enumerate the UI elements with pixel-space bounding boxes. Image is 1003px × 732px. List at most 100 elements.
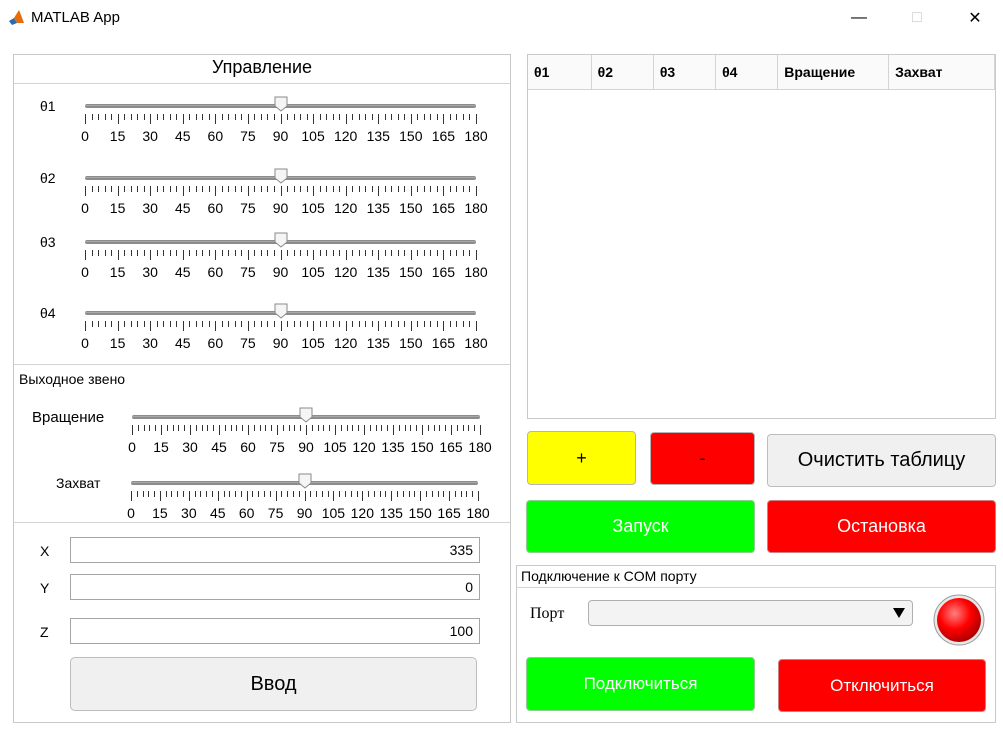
tick-mark [294, 425, 296, 431]
tick-mark [228, 186, 230, 192]
tick-mark [169, 186, 171, 192]
add-row-button[interactable]: + [527, 431, 636, 485]
tick-mark [391, 491, 393, 501]
y-field[interactable]: 0 [70, 574, 480, 600]
joint-3-slider-thumb[interactable] [274, 232, 288, 248]
grip-slider-thumb[interactable] [298, 473, 312, 489]
tick-mark [300, 321, 302, 327]
column-header[interactable]: Вращение [777, 55, 890, 90]
tick-mark [373, 491, 375, 497]
tick-mark [91, 114, 93, 120]
tick-mark [124, 114, 126, 120]
tick-mark [137, 250, 139, 256]
tick-label: 0 [81, 264, 89, 280]
stop-button[interactable]: Остановка [767, 500, 996, 553]
port-label: Порт [530, 605, 565, 622]
tick-label: 165 [431, 128, 456, 144]
status-indicator-icon [933, 594, 985, 646]
tick-mark [443, 321, 445, 331]
tick-mark [165, 491, 167, 497]
tick-mark [319, 186, 321, 192]
tick-mark [195, 425, 197, 431]
x-field[interactable]: 335 [70, 537, 480, 563]
tick-mark [300, 186, 302, 192]
tick-mark [358, 321, 360, 327]
joint-1-tick-marks [85, 114, 477, 126]
tick-mark [358, 186, 360, 192]
tick-label: 120 [352, 439, 376, 455]
tick-mark [176, 186, 178, 192]
tick-mark [241, 321, 243, 327]
joint-label-3: θ3 [40, 234, 56, 250]
tick-mark [422, 425, 423, 435]
column-header[interactable]: θ3 [653, 55, 717, 90]
joint-4-slider-thumb[interactable] [274, 303, 288, 319]
tick-label: 45 [174, 128, 191, 144]
column-header[interactable]: Захват [888, 55, 995, 90]
joint-2-slider-thumb[interactable] [274, 168, 288, 184]
tick-mark [462, 114, 464, 120]
tick-mark [393, 425, 394, 435]
start-button[interactable]: Запуск [526, 500, 755, 553]
tick-mark [384, 250, 386, 256]
tick-mark [161, 425, 162, 435]
column-header[interactable]: θ1 [528, 55, 592, 90]
tick-label: 180 [466, 505, 490, 521]
tick-mark [260, 250, 262, 256]
tick-mark [130, 186, 132, 192]
com-panel-title: Подключение к COM порту [521, 568, 697, 584]
remove-row-button[interactable]: - [650, 432, 755, 485]
x-label: X [40, 543, 50, 559]
tick-mark [142, 491, 144, 497]
tick-label: 60 [207, 335, 224, 351]
column-header[interactable]: θ2 [591, 55, 654, 90]
tick-label: 120 [333, 200, 358, 216]
tick-mark [378, 321, 380, 331]
tick-mark [480, 425, 481, 435]
tick-mark [163, 321, 165, 327]
tick-mark [410, 186, 412, 196]
tick-mark [375, 425, 377, 431]
z-field[interactable]: 100 [70, 618, 480, 644]
tick-mark [332, 321, 334, 327]
tick-mark [221, 250, 223, 256]
tick-mark [397, 491, 399, 497]
tick-label: 75 [267, 505, 284, 521]
disconnect-button[interactable]: Отключиться [778, 659, 986, 712]
tick-mark [267, 114, 269, 120]
positions-table[interactable]: θ1 θ2 θ3 θ4 Вращение Захват [527, 54, 996, 419]
rotation-slider-thumb[interactable] [299, 407, 313, 423]
minimize-button[interactable]: — [836, 0, 882, 36]
tick-mark [148, 491, 150, 497]
tick-mark [436, 321, 438, 327]
port-select[interactable] [588, 600, 913, 626]
tick-mark [340, 425, 342, 431]
tick-mark [98, 114, 100, 120]
tick-label: 75 [269, 439, 285, 455]
tick-mark [462, 250, 464, 256]
tick-mark [273, 114, 275, 120]
clear-table-button[interactable]: Очистить таблицу [767, 434, 996, 487]
tick-mark [287, 491, 289, 497]
column-header[interactable]: θ4 [715, 55, 779, 90]
tick-mark [223, 491, 225, 497]
control-panel-title: Управление [211, 57, 313, 77]
close-button[interactable]: ✕ [952, 0, 998, 36]
tick-mark [365, 250, 367, 256]
tick-mark [306, 186, 308, 192]
connect-button[interactable]: Подключиться [526, 657, 755, 711]
tick-mark [137, 425, 139, 431]
maximize-button[interactable]: □ [894, 0, 940, 36]
tick-mark [104, 321, 106, 327]
tick-mark [462, 425, 464, 431]
window-title: MATLAB App [31, 9, 120, 26]
tick-mark [201, 425, 203, 431]
tick-mark [397, 186, 399, 192]
tick-label: 135 [366, 128, 390, 144]
tick-mark [91, 250, 93, 256]
tick-mark [332, 186, 334, 192]
tick-mark [273, 186, 275, 192]
enter-button[interactable]: Ввод [70, 657, 477, 711]
joint-1-slider-thumb[interactable] [274, 96, 288, 112]
tick-mark [154, 491, 156, 497]
